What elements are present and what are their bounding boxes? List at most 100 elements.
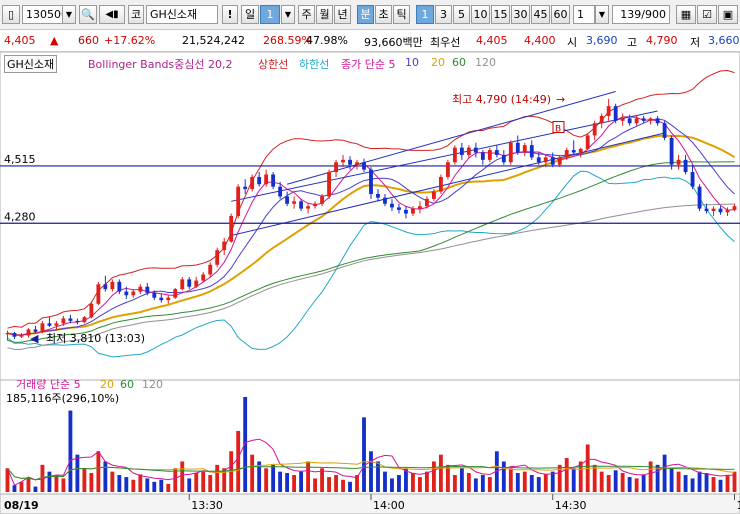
candle-body xyxy=(634,118,639,124)
volume-bar xyxy=(68,410,73,492)
grid-icon[interactable]: ▦ xyxy=(676,5,696,24)
candle-body xyxy=(480,152,485,160)
period-dropdown-icon[interactable]: ▼ xyxy=(281,5,295,24)
volume-legend-label: 거래량 단순 5 xyxy=(16,378,81,391)
edit-check-icon[interactable]: ☑ xyxy=(697,5,717,24)
interval-5-button[interactable]: 5 xyxy=(453,5,470,24)
volume-bar xyxy=(299,471,304,492)
low-price: 3,660 xyxy=(708,34,740,47)
legend-bb-center: Bollinger Bands중심선 20,2 xyxy=(88,58,233,71)
alert-button[interactable]: ! xyxy=(222,5,238,24)
chart-menu-icon[interactable]: ▯ xyxy=(2,5,20,24)
volume-bar xyxy=(166,483,171,492)
interval-45-button[interactable]: 45 xyxy=(531,5,550,24)
candle-body xyxy=(411,208,415,214)
candle-body xyxy=(606,106,611,116)
candle-body xyxy=(627,118,632,124)
open-price: 3,690 xyxy=(586,34,618,47)
period-tick-button[interactable]: 틱 xyxy=(393,5,410,24)
candle-body xyxy=(508,142,513,163)
legend-stock-name[interactable]: GH신소재 xyxy=(4,55,58,73)
interval-selected-button[interactable]: 1 xyxy=(416,5,434,24)
buy-marker: B xyxy=(555,125,561,135)
candle-body xyxy=(425,198,429,207)
candle-body xyxy=(103,284,108,290)
volume-bar xyxy=(543,474,548,492)
candle-body xyxy=(690,172,695,187)
period-month-button[interactable]: 월 xyxy=(316,5,333,24)
period-day-button[interactable]: 일 xyxy=(241,5,259,24)
interval-15-button[interactable]: 15 xyxy=(491,5,510,24)
volume-bar xyxy=(110,471,115,492)
volume-bar xyxy=(578,461,583,492)
price-pane xyxy=(0,52,740,381)
ratio-value: 47.98% xyxy=(306,34,348,47)
code-dropdown-icon[interactable]: ▼ xyxy=(62,5,76,24)
candle-body xyxy=(487,150,492,160)
candle-body xyxy=(438,176,443,192)
candle-body xyxy=(173,289,178,298)
toggle-icon[interactable]: ▣ xyxy=(718,5,738,24)
volume-bar xyxy=(466,473,471,492)
candle-body xyxy=(159,297,164,301)
market-button[interactable]: 코 xyxy=(128,5,144,24)
volume-bar xyxy=(397,475,401,492)
axis-date-label: 08/19 xyxy=(4,499,39,512)
volume-bar xyxy=(634,478,639,492)
search-icon[interactable]: 🔍 xyxy=(79,5,97,24)
candle-body xyxy=(515,142,520,153)
candle-body xyxy=(711,208,716,212)
price-change: 660 xyxy=(78,34,99,47)
quote-bar: 4,405 ▲ 660 +17.62% 21,524,242 268.59% 4… xyxy=(0,30,740,52)
period-second-button[interactable]: 초 xyxy=(375,5,392,24)
volume-bar xyxy=(550,471,555,492)
candle-body xyxy=(264,174,269,185)
candle-body xyxy=(334,162,338,173)
period-week-button[interactable]: 주 xyxy=(298,5,315,24)
volume-bar xyxy=(431,461,436,492)
volume-bar xyxy=(718,479,723,492)
volume-legend-ma120: 120 xyxy=(142,378,163,391)
time-axis xyxy=(0,493,740,514)
volume-bar xyxy=(725,475,730,492)
volume-bar xyxy=(75,454,80,492)
volume-bar xyxy=(348,481,352,492)
candle-body xyxy=(592,123,597,136)
candle-body xyxy=(732,206,737,210)
candle-body xyxy=(145,286,150,293)
candle-body xyxy=(348,159,352,165)
volume-bar xyxy=(376,461,380,492)
interval-dropdown-icon[interactable]: ▼ xyxy=(595,5,609,24)
interval-input[interactable]: 1 xyxy=(573,5,595,24)
up-arrow-icon: ▲ xyxy=(50,34,59,47)
interval-60-button[interactable]: 60 xyxy=(551,5,570,24)
period-year-button[interactable]: 년 xyxy=(334,5,351,24)
interval-3-button[interactable]: 3 xyxy=(435,5,452,24)
interval-10-button[interactable]: 10 xyxy=(471,5,490,24)
candle-body xyxy=(459,147,464,155)
interval-30-button[interactable]: 30 xyxy=(511,5,530,24)
candle-body xyxy=(431,191,436,199)
candle-body xyxy=(452,147,457,163)
volume-bar xyxy=(215,464,220,492)
period-value-field[interactable]: 1 xyxy=(260,5,280,24)
candle-body xyxy=(124,291,129,296)
volume-bar xyxy=(264,468,269,492)
volume-bar xyxy=(732,471,737,492)
candle-body xyxy=(473,147,478,153)
legend-bb-lower: 하한선 xyxy=(299,58,330,71)
candle-body xyxy=(376,194,380,198)
price-volume-chart[interactable]: 4,515 4,280 최고 4,790 (14:49) → ◀ 최저 3,810 (13… xyxy=(0,52,740,514)
volume-bar xyxy=(313,478,317,492)
low-label: 저 xyxy=(690,36,701,49)
volume-bar xyxy=(131,479,136,492)
axis-time-label: 15:00 xyxy=(737,499,740,512)
candle-body xyxy=(250,176,255,190)
period-minute-button[interactable]: 분 xyxy=(357,5,374,24)
candle-body xyxy=(550,157,555,165)
stock-name-field[interactable]: GH신소재 xyxy=(146,5,218,24)
count-field[interactable]: 139/900 xyxy=(612,5,670,24)
axis-time-label: 13:30 xyxy=(191,499,223,512)
sound-icon[interactable]: ◀▮ xyxy=(99,5,125,24)
candle-body xyxy=(292,201,297,204)
